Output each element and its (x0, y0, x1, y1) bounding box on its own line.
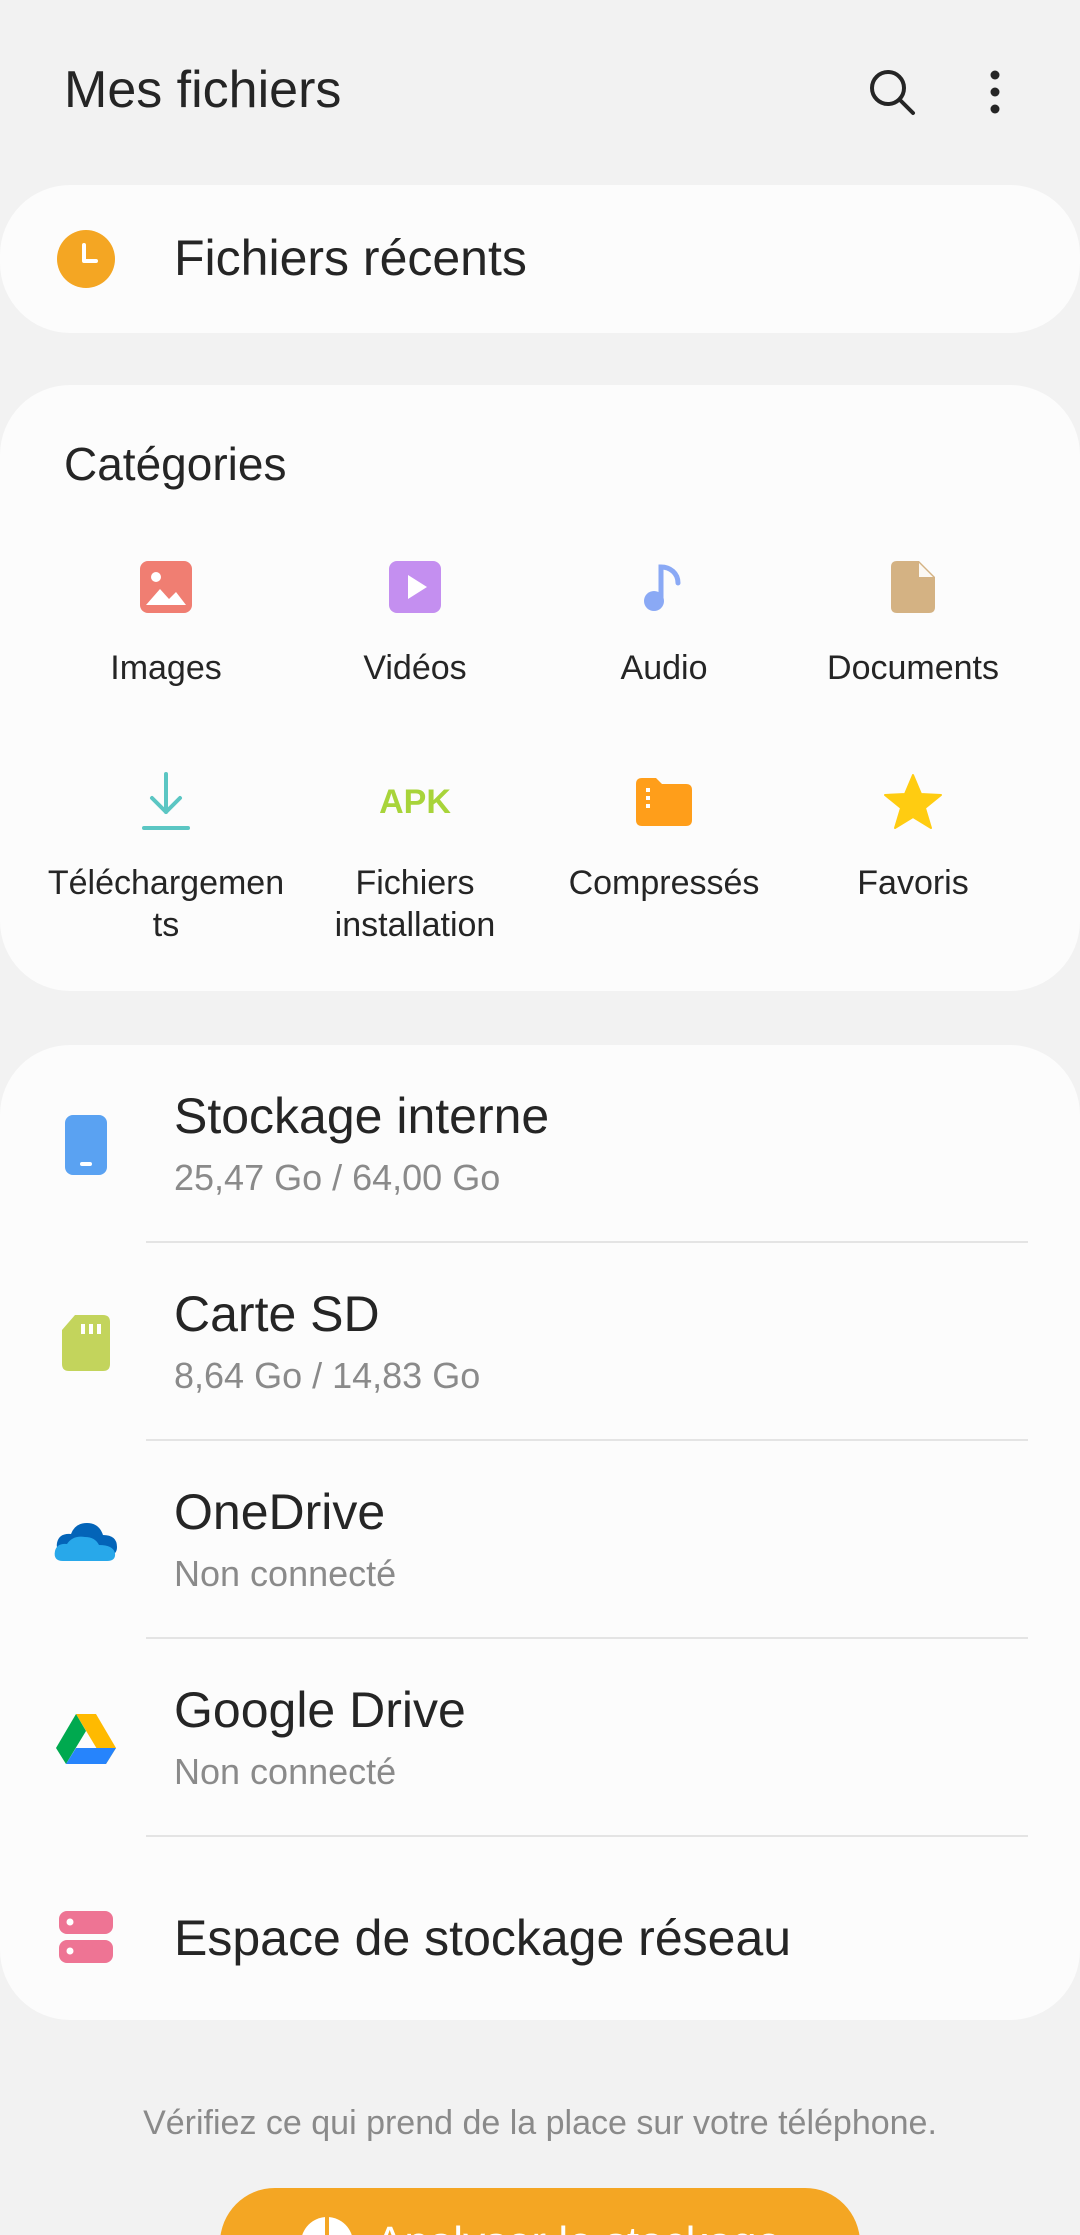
connection-status: Non connecté (174, 1751, 397, 1792)
more-options-button[interactable] (955, 52, 1035, 132)
download-icon (142, 772, 190, 830)
storage-google-drive[interactable]: Google Drive Non connecté (0, 1639, 1080, 1837)
storage-name: Carte SD (174, 1286, 380, 1342)
storage-name: Google Drive (174, 1682, 466, 1738)
search-icon (870, 70, 915, 115)
video-icon (389, 561, 441, 613)
phone-icon (65, 1115, 107, 1175)
analyze-storage-button[interactable]: Analyser le stockage (220, 2188, 860, 2235)
categories-card: Catégories Images Vidéos Audio Documents… (0, 385, 1080, 991)
category-label: Fichiers installation (334, 864, 496, 944)
storage-name: OneDrive (174, 1484, 386, 1540)
storage-network[interactable]: Espace de stockage réseau (0, 1837, 1080, 2035)
search-button[interactable] (852, 52, 932, 132)
recent-files-label: Fichiers récents (174, 230, 527, 286)
category-favorites[interactable]: Favoris (788, 770, 1038, 904)
storage-sd-card[interactable]: Carte SD 8,64 Go / 14,83 Go (0, 1243, 1080, 1441)
category-label: Téléchargemen ts (47, 864, 285, 944)
category-compressed[interactable]: Compressés (539, 770, 789, 904)
storage-internal[interactable]: Stockage interne 25,47 Go / 64,00 Go (0, 1045, 1080, 1243)
storage-usage: 25,47 Go / 64,00 Go (174, 1157, 501, 1198)
pie-chart-icon (302, 2217, 352, 2235)
music-note-icon (644, 564, 681, 611)
category-label: Images (110, 649, 222, 687)
storage-name: Espace de stockage réseau (174, 1910, 792, 1966)
storage-hint: Vérifiez ce qui prend de la place sur vo… (143, 2104, 937, 2142)
category-label: Compressés (568, 864, 760, 902)
category-label: Vidéos (363, 649, 467, 687)
category-label: Audio (620, 649, 708, 687)
more-vert-icon (990, 70, 1000, 114)
storage-card: Stockage interne 25,47 Go / 64,00 Go Car… (0, 1045, 1080, 2020)
category-label: Documents (827, 649, 999, 687)
category-label: Favoris (857, 864, 969, 902)
clock-icon (57, 230, 115, 288)
zip-folder-icon (636, 778, 692, 826)
category-audio[interactable]: Audio (539, 555, 789, 689)
analyze-storage-label: Analyser le stockage (375, 2218, 781, 2235)
category-documents[interactable]: Documents (788, 555, 1038, 689)
storage-name: Stockage interne (174, 1088, 550, 1144)
my-files-screen: Mes fichiers Fichiers récents Catégories (0, 0, 1080, 2235)
category-apk[interactable]: APK Fichiers installation (290, 770, 540, 946)
storage-usage: 8,64 Go / 14,83 Go (174, 1355, 481, 1396)
categories-title: Catégories (64, 438, 287, 490)
connection-status: Non connecté (174, 1553, 397, 1594)
page-title: Mes fichiers (64, 61, 342, 119)
recent-files-item[interactable]: Fichiers récents (0, 185, 1080, 333)
star-icon (884, 774, 942, 829)
category-images[interactable]: Images (41, 555, 291, 689)
onedrive-cloud-icon (54, 1523, 117, 1561)
app-header: Mes fichiers (0, 0, 1080, 185)
category-downloads[interactable]: Téléchargemen ts (41, 770, 291, 946)
sd-card-icon (62, 1315, 110, 1371)
category-videos[interactable]: Vidéos (290, 555, 540, 689)
image-icon (140, 561, 192, 613)
google-drive-icon (56, 1714, 116, 1764)
storage-onedrive[interactable]: OneDrive Non connecté (0, 1441, 1080, 1639)
network-storage-icon (59, 1911, 113, 1963)
document-icon (891, 561, 935, 613)
apk-icon: APK (379, 782, 451, 821)
